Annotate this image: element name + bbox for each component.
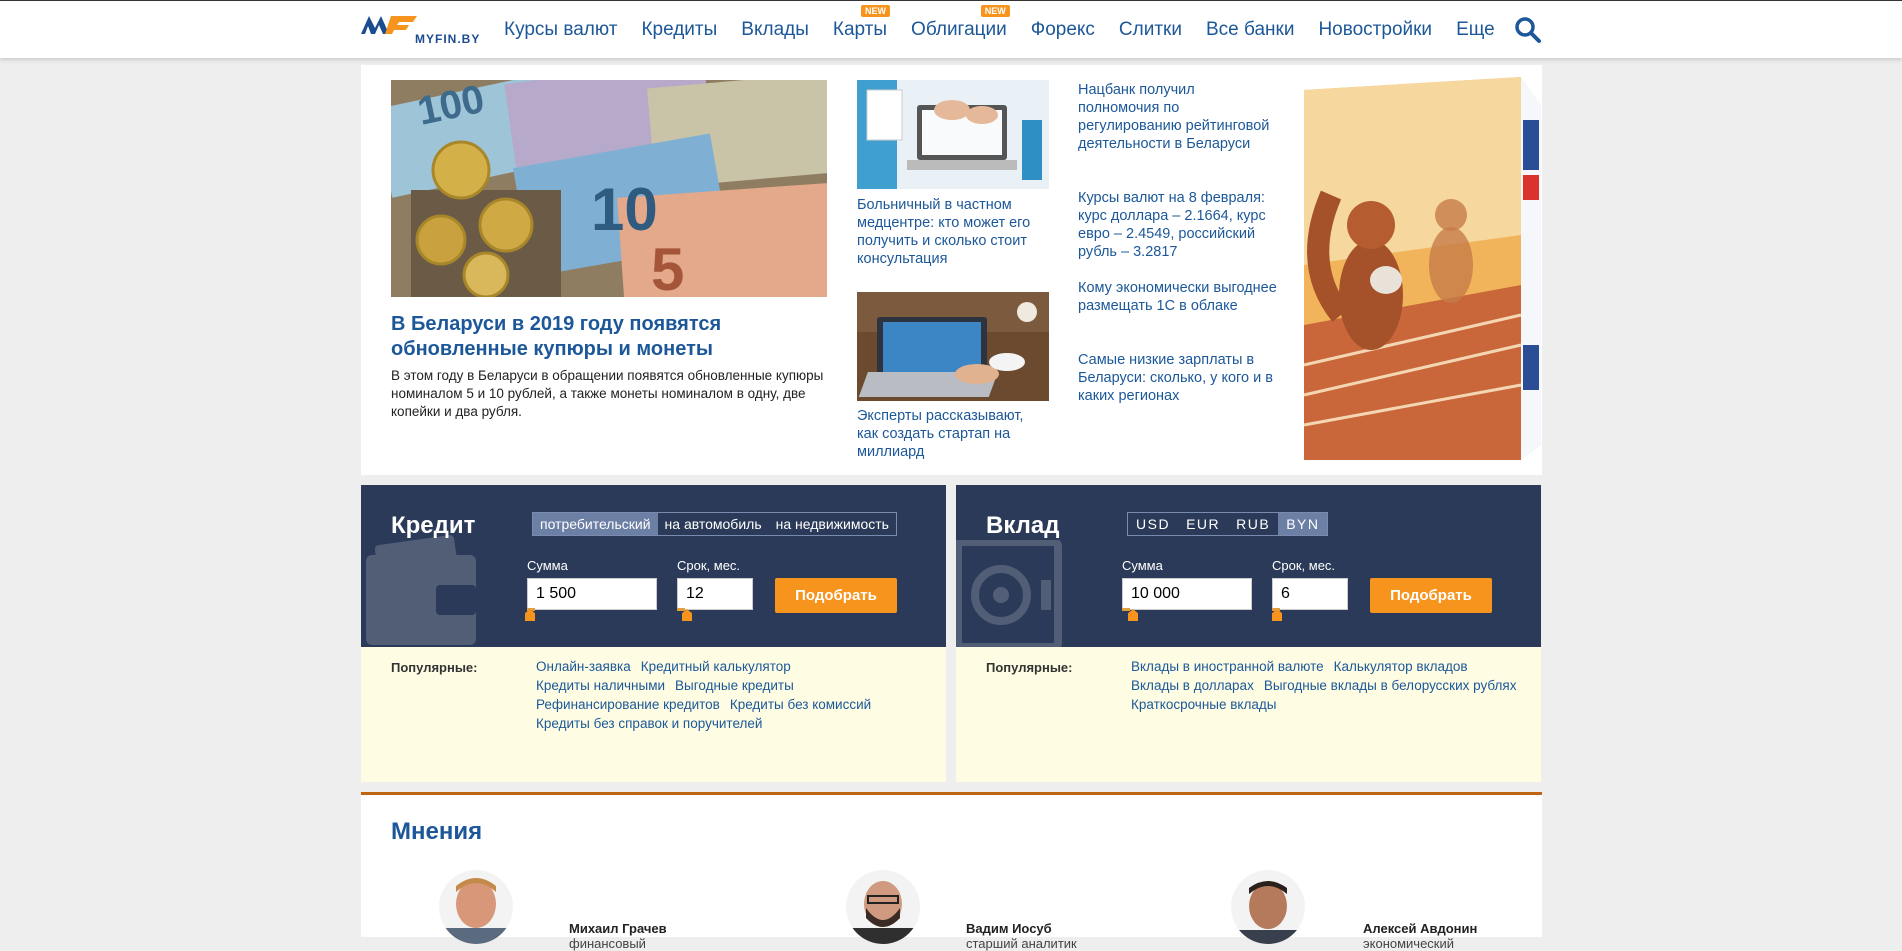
popular-link[interactable]: Рефинансирование кредитов bbox=[536, 695, 720, 714]
news-block: 100 10 5 В Беларуси в 2019 году появятся… bbox=[361, 65, 1542, 475]
deposit-sum-label: Сумма bbox=[1122, 558, 1163, 573]
credit-sum-input[interactable] bbox=[527, 578, 657, 610]
opinions-title: Мнения bbox=[391, 818, 483, 845]
credit-popular-links: Онлайн-заявка Кредитный калькуляторКредит… bbox=[536, 657, 906, 733]
site-logo[interactable]: MYFIN.BY bbox=[361, 14, 485, 48]
news-thumb-2-caption[interactable]: Эксперты рассказывают, как создать старт… bbox=[857, 407, 1047, 461]
credit-term-input[interactable] bbox=[677, 578, 753, 610]
nav-item[interactable]: Карты NEW bbox=[832, 5, 891, 41]
credit-pick-button[interactable]: Подобрать bbox=[775, 578, 897, 613]
tab-eur[interactable]: EUR bbox=[1178, 513, 1228, 535]
hero-news-title[interactable]: В Беларуси в 2019 году появятся обновлен… bbox=[391, 312, 831, 362]
credit-widget: Кредит потребительский на автомобиль на … bbox=[361, 485, 946, 782]
opinion-author-name[interactable]: Михаил Грачев bbox=[569, 921, 667, 936]
nav-item-label: Карты bbox=[832, 19, 888, 40]
avatar bbox=[439, 870, 513, 944]
nav-item[interactable]: Вклады bbox=[741, 19, 809, 41]
opinion-author-role: старший аналитик bbox=[966, 936, 1077, 951]
credit-widget-form: Кредит потребительский на автомобиль на … bbox=[361, 485, 946, 647]
tab-byn[interactable]: BYN bbox=[1278, 513, 1328, 535]
deposit-sum-input[interactable] bbox=[1122, 578, 1252, 610]
popular-link[interactable]: Калькулятор вкладов bbox=[1334, 657, 1468, 676]
tab-usd[interactable]: USD bbox=[1128, 513, 1178, 535]
nav-item[interactable]: Облигации NEW bbox=[911, 5, 1010, 41]
deposit-term-label: Срок, мес. bbox=[1272, 558, 1336, 573]
new-badge: NEW bbox=[861, 5, 891, 17]
credit-title: Кредит bbox=[391, 512, 476, 539]
popular-link[interactable]: Онлайн-заявка bbox=[536, 657, 631, 676]
nav-item[interactable]: Форекс bbox=[1031, 19, 1095, 41]
tab-consumer[interactable]: потребительский bbox=[533, 513, 658, 535]
nav-item-label: Вклады bbox=[741, 19, 809, 40]
hero-news-text: В этом году в Беларуси в обращении появя… bbox=[391, 368, 824, 419]
safe-icon bbox=[956, 540, 1062, 647]
nav-item-label: Новостройки bbox=[1318, 19, 1433, 40]
nav-item-label: Облигации bbox=[911, 19, 1007, 40]
popular-link[interactable]: Кредиты наличными bbox=[536, 676, 665, 695]
opinion-author-name[interactable]: Алексей Авдонин bbox=[1363, 921, 1477, 936]
deposit-sum-slider[interactable] bbox=[1122, 608, 1130, 611]
site-header: MYFIN.BY Курсы валют Кредиты Вклады Карты NE… bbox=[0, 0, 1902, 58]
side-news-item[interactable]: Курсы валют на 8 февраля: курс доллара –… bbox=[1078, 189, 1278, 261]
svg-text:10: 10 bbox=[591, 176, 658, 243]
svg-text:5: 5 bbox=[651, 236, 684, 297]
nav-item[interactable]: Кредиты bbox=[641, 19, 717, 41]
logo-text: MYFIN.BY bbox=[415, 32, 481, 46]
credit-term-label: Срок, мес. bbox=[677, 558, 741, 573]
credit-popular-label: Популярные: bbox=[391, 660, 478, 675]
deposit-popular-label: Популярные: bbox=[986, 660, 1073, 675]
popular-link[interactable]: Краткосрочные вклады bbox=[1131, 695, 1276, 714]
popular-link[interactable]: Выгодные вклады в белорусских рублях bbox=[1264, 676, 1517, 695]
side-news-item[interactable]: Нацбанк получил полномочия по регулирова… bbox=[1078, 81, 1278, 153]
opinion-author-role: экономический bbox=[1363, 936, 1455, 951]
search-icon[interactable] bbox=[1513, 15, 1543, 45]
avatar bbox=[846, 870, 920, 944]
avatar bbox=[1231, 870, 1305, 944]
popular-link[interactable]: Вклады в долларах bbox=[1131, 676, 1254, 695]
credit-term-slider[interactable] bbox=[677, 608, 685, 611]
deposit-popular-links: Вклады в иностранной валюте Калькулятор в… bbox=[1131, 657, 1531, 714]
deposit-title: Вклад bbox=[986, 512, 1060, 539]
nav-item-label: Слитки bbox=[1118, 19, 1182, 40]
main-nav: Курсы валют Кредиты Вклады Карты NEW Облигаци… bbox=[504, 1, 1519, 59]
credit-type-tabs: потребительский на автомобиль на недвижи… bbox=[532, 512, 897, 536]
news-thumb-2[interactable] bbox=[857, 292, 1049, 401]
new-badge: NEW bbox=[980, 5, 1010, 17]
news-thumb-1[interactable] bbox=[857, 80, 1049, 189]
news-thumb-1-caption[interactable]: Больничный в частном медцентре: кто може… bbox=[857, 196, 1047, 268]
side-news-item[interactable]: Кому экономически выгоднее размещать 1С … bbox=[1078, 279, 1278, 315]
currency-tabs: USD EUR RUB BYN bbox=[1127, 512, 1329, 536]
nav-item-label: Все банки bbox=[1205, 19, 1295, 40]
tab-realty[interactable]: на недвижимость bbox=[769, 513, 896, 535]
tab-car[interactable]: на автомобиль bbox=[658, 513, 769, 535]
opinion-author-role: финансовый bbox=[569, 936, 646, 951]
nav-item[interactable]: Все банки bbox=[1206, 19, 1294, 41]
nav-item-label: Еще bbox=[1456, 19, 1495, 40]
hero-news-image[interactable]: 100 10 5 bbox=[391, 80, 827, 297]
deposit-widget: Вклад USD EUR RUB BYN Сумма Срок, мес. П… bbox=[956, 485, 1541, 782]
popular-link[interactable]: Вклады в иностранной валюте bbox=[1131, 657, 1324, 676]
nav-item-label: Курсы валют bbox=[504, 19, 618, 40]
deposit-term-input[interactable] bbox=[1272, 578, 1348, 610]
deposit-pick-button[interactable]: Подобрать bbox=[1370, 578, 1492, 613]
nav-item[interactable]: Еще bbox=[1456, 19, 1495, 41]
tab-rub[interactable]: RUB bbox=[1228, 513, 1278, 535]
deposit-widget-form: Вклад USD EUR RUB BYN Сумма Срок, мес. П… bbox=[956, 485, 1541, 647]
credit-sum-label: Сумма bbox=[527, 558, 568, 573]
nav-item[interactable]: Курсы валют bbox=[504, 19, 617, 41]
popular-link[interactable]: Кредитный калькулятор bbox=[641, 657, 791, 676]
opinions-section: Мнения Михаил Грачев финансовый Вадим Ио… bbox=[361, 792, 1542, 951]
opinion-author-name[interactable]: Вадим Иосуб bbox=[966, 921, 1052, 936]
nav-item[interactable]: Новостройки bbox=[1318, 19, 1432, 41]
ad-banner[interactable] bbox=[1301, 65, 1542, 475]
nav-item-label: Кредиты bbox=[641, 19, 718, 40]
side-news-item[interactable]: Самые низкие зарплаты в Беларуси: скольк… bbox=[1078, 351, 1278, 405]
nav-item[interactable]: Слитки bbox=[1119, 19, 1182, 41]
wallet-icon bbox=[366, 535, 476, 645]
popular-link[interactable]: Кредиты без комиссий bbox=[730, 695, 871, 714]
nav-item-label: Форекс bbox=[1030, 19, 1095, 40]
popular-link[interactable]: Выгодные кредиты bbox=[675, 676, 794, 695]
popular-link[interactable]: Кредиты без справок и поручителей bbox=[536, 714, 762, 733]
